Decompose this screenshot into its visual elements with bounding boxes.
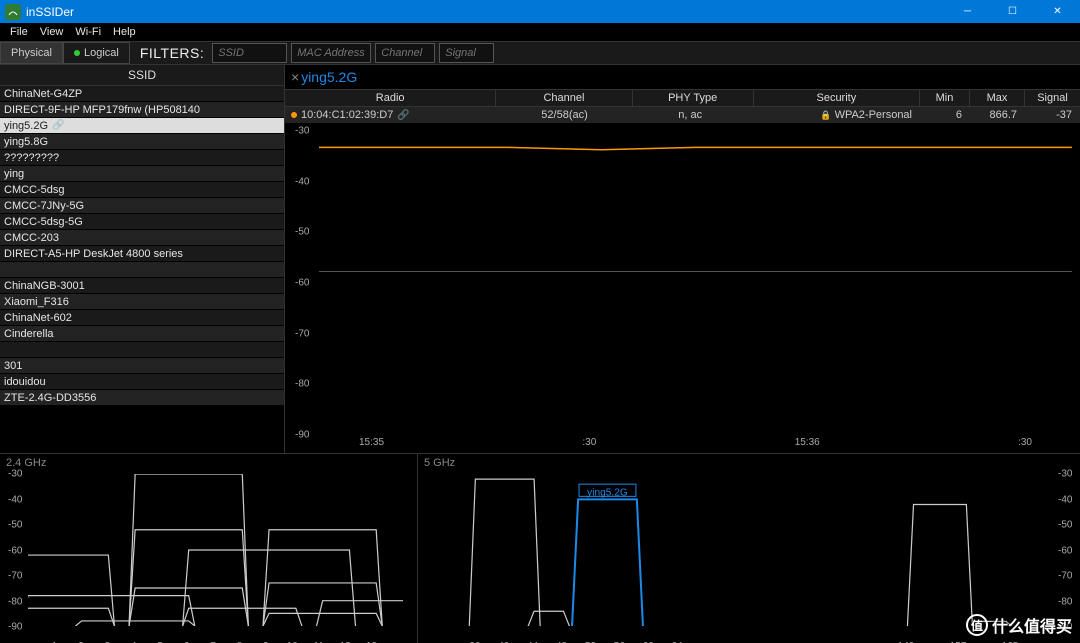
spectrum-2ghz-panel: 2.4 GHz -30-40-50-60-70-80-90 1234567891… <box>0 454 418 643</box>
detail-panel: × ying5.2G Radio Channel PHY Type Securi… <box>285 65 1080 453</box>
ssid-row[interactable]: ying5.8G <box>0 134 284 150</box>
toolbar: Physical Logical FILTERS: <box>0 41 1080 65</box>
menu-view[interactable]: View <box>34 26 70 38</box>
ssid-row[interactable]: idouidou <box>0 374 284 390</box>
col-security[interactable]: Security <box>754 90 920 106</box>
titlebar: inSSIDer ─ ☐ ✕ <box>0 0 1080 23</box>
col-channel[interactable]: Channel <box>496 90 632 106</box>
watermark: 值 什么值得买 <box>966 613 1072 637</box>
ssid-row[interactable] <box>0 262 284 278</box>
menu-wifi[interactable]: Wi-Fi <box>69 26 107 38</box>
ssid-column-header[interactable]: SSID <box>0 65 284 86</box>
ssid-row[interactable]: ????????? <box>0 150 284 166</box>
series-color-icon <box>291 112 297 118</box>
ssid-row[interactable]: Xiaomi_F316 <box>0 294 284 310</box>
detail-title: × ying5.2G <box>285 65 1080 89</box>
ssid-row[interactable]: ChinaNet-602 <box>0 310 284 326</box>
svg-text:ying5.2G: ying5.2G <box>587 487 628 498</box>
link-icon: 🔗 <box>52 118 64 134</box>
active-dot-icon <box>74 50 80 56</box>
col-signal[interactable]: Signal <box>1025 90 1080 106</box>
ssid-row[interactable]: ying5.2G🔗 <box>0 118 284 134</box>
ssid-row[interactable]: CMCC-203 <box>0 230 284 246</box>
minimize-button[interactable]: ─ <box>945 0 990 23</box>
close-detail-icon[interactable]: × <box>291 69 299 85</box>
ssid-row[interactable]: ChinaNGB-3001 <box>0 278 284 294</box>
menubar: File View Wi-Fi Help <box>0 23 1080 41</box>
ssid-row[interactable]: ying <box>0 166 284 182</box>
ssid-list: ChinaNet-G4ZPDIRECT-9F-HP MFP179fnw (HP5… <box>0 86 284 453</box>
menu-help[interactable]: Help <box>107 26 142 38</box>
ssid-panel: SSID ChinaNet-G4ZPDIRECT-9F-HP MFP179fnw… <box>0 65 285 453</box>
maximize-button[interactable]: ☐ <box>990 0 1035 23</box>
watermark-badge-icon: 值 <box>966 614 988 636</box>
menu-file[interactable]: File <box>4 26 34 38</box>
ssid-row[interactable]: DIRECT-9F-HP MFP179fnw (HP508140 <box>0 102 284 118</box>
ssid-row[interactable]: 301 <box>0 358 284 374</box>
col-max[interactable]: Max <box>970 90 1025 106</box>
detail-columns: Radio Channel PHY Type Security Min Max … <box>285 89 1080 107</box>
ssid-row[interactable]: ChinaNet-G4ZP <box>0 86 284 102</box>
filter-channel-input[interactable] <box>375 43 435 63</box>
app-title: inSSIDer <box>26 5 74 19</box>
logical-tab[interactable]: Logical <box>63 42 130 64</box>
ssid-row[interactable]: CMCC-5dsg-5G <box>0 214 284 230</box>
filters-label: FILTERS: <box>140 45 204 61</box>
col-phy[interactable]: PHY Type <box>633 90 754 106</box>
link-icon: 🔗 <box>397 110 409 121</box>
filter-signal-input[interactable] <box>439 43 494 63</box>
ssid-row[interactable]: CMCC-7JNy-5G <box>0 198 284 214</box>
ssid-row[interactable] <box>0 342 284 358</box>
lock-icon: 🔒 <box>820 110 831 121</box>
physical-tab[interactable]: Physical <box>0 42 63 64</box>
ssid-row[interactable]: Cinderella <box>0 326 284 342</box>
detail-row[interactable]: 10:04:C1:02:39:D7🔗 52/58(ac) n, ac 🔒WPA2… <box>285 107 1080 123</box>
col-min[interactable]: Min <box>920 90 970 106</box>
filter-ssid-input[interactable] <box>212 43 287 63</box>
panel-title-5ghz: 5 GHz <box>424 457 455 469</box>
signal-time-chart: -30-40-50-60-70-80-90 15:35:3015:36:30 <box>291 131 1076 453</box>
ssid-row[interactable]: ZTE-2.4G-DD3556 <box>0 390 284 406</box>
app-icon <box>5 4 21 20</box>
panel-title-2ghz: 2.4 GHz <box>6 457 46 469</box>
ssid-row[interactable]: CMCC-5dsg <box>0 182 284 198</box>
filter-mac-input[interactable] <box>291 43 371 63</box>
ssid-row[interactable]: DIRECT-A5-HP DeskJet 4800 series <box>0 246 284 262</box>
col-radio[interactable]: Radio <box>285 90 496 106</box>
close-button[interactable]: ✕ <box>1035 0 1080 23</box>
